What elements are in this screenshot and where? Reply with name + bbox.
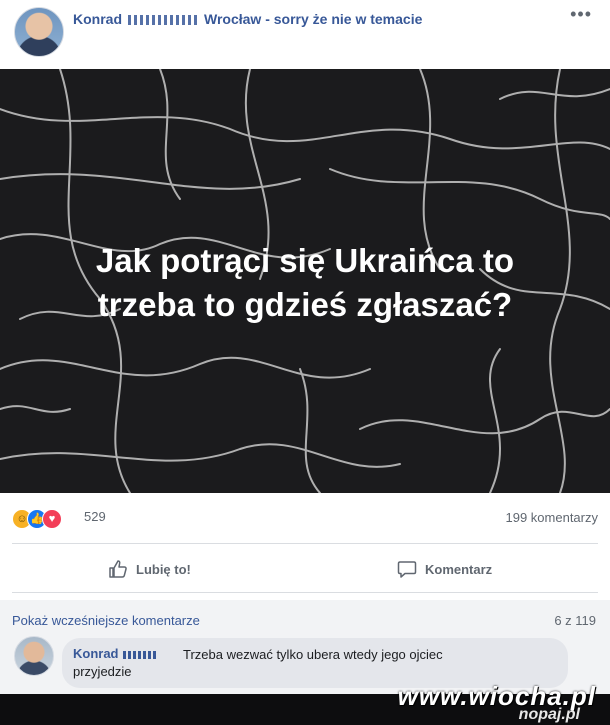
author-avatar[interactable] [14,7,64,57]
thumbs-up-icon [109,560,127,578]
more-dots-icon[interactable]: ••• [570,4,592,25]
redacted-surname [128,15,198,26]
comment-count[interactable]: 199 komentarzy [506,510,599,525]
site-watermark-sub: nopaj.pl [518,706,580,723]
post-title: Konrad Wrocław - sorry że nie w temacie [73,11,422,27]
author-name[interactable]: Konrad [73,11,122,27]
comment-label: Komentarz [425,561,493,577]
post-image[interactable]: Jak potrąci się Ukraińca to trzeba to gd… [0,69,610,493]
comment-bubble-icon [397,561,417,578]
quote-line-1: Jak potrąci się Ukraińca to [95,242,515,279]
commenter-avatar[interactable] [14,636,54,676]
comment-text: Trzeba wezwać tylko ubera wtedy jego ojc… [73,647,443,679]
quote-line-2: trzeba to gdzieś zgłaszać? [97,286,513,323]
show-previous-comments-link[interactable]: Pokaż wcześniejsze komentarze [12,613,200,628]
like-button[interactable]: Lubię to! [108,552,191,586]
comment-button[interactable]: Komentarz [397,552,492,586]
post-actions: Lubię to! Komentarz [12,552,598,586]
comment-pagination: 6 z 119 [554,613,596,628]
image-quote: Jak potrąci się Ukraińca to trzeba to gd… [0,239,610,327]
post-stats: ☺ 👍 ♥ 529 199 komentarzy [12,507,598,531]
divider [12,543,598,544]
reaction-count[interactable]: 529 [84,509,106,524]
location-text[interactable]: Wrocław - sorry że nie w temacie [204,11,422,27]
love-icon: ♥ [42,509,62,529]
like-label: Lubię to! [136,561,191,577]
post-header: Konrad Wrocław - sorry że nie w temacie •… [0,0,610,68]
divider [12,592,598,593]
